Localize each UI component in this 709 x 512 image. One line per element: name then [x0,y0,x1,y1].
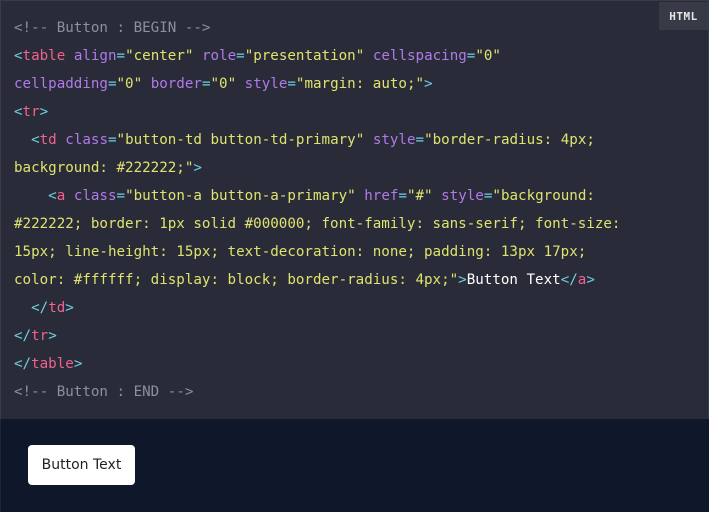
code-line: <td class="button-td button-td-primary" … [14,126,620,154]
code-token: = [107,76,117,92]
code-token: class [65,132,108,148]
code-token: > [586,272,595,288]
code-token: a [56,188,66,204]
code-token: "0" [116,76,143,92]
code-token: > [65,300,74,316]
code-token: < [48,188,57,204]
code-token: = [108,132,117,148]
code-token: > [39,104,49,120]
code-line: </table> [14,350,620,378]
code-token: > [424,76,433,92]
code-token: color: #ffffff; display: block; border-r… [14,272,459,288]
code-token: tr [22,104,40,120]
code-token: </ [31,300,49,316]
code-line: </tr> [14,322,620,350]
code-token: cellpadding [14,76,108,92]
code-token: > [48,328,57,344]
code-token: "0" [210,76,237,92]
code-token: "button-td button-td-primary" [116,132,365,148]
code-line: <!-- Button : BEGIN --> [14,14,620,42]
code-line: <table align="center" role="presentation… [14,42,620,70]
code-token: border [150,76,202,92]
preview-panel: Button Text [0,419,709,512]
code-token: tr [31,328,49,344]
code-line: <a class="button-a button-a-primary" hre… [14,182,620,210]
code-token: > [458,272,467,288]
code-token: <!-- Button : END --> [14,384,194,400]
code-line: cellpadding="0" border="0" style="margin… [14,70,620,98]
code-token: = [116,188,126,204]
code-line: <!-- Button : END --> [14,378,620,406]
code-token: class [73,188,117,204]
code-token: </ [14,356,32,372]
code-line: 15px; line-height: 15px; text-decoration… [14,238,620,266]
code-token: < [14,104,23,120]
code-line: background: #222222;"> [14,154,620,182]
code-token: "margin: auto;" [295,76,425,92]
code-line: color: #ffffff; display: block; border-r… [14,266,620,294]
code-token: = [116,48,126,64]
code-token: href [364,188,399,204]
code-token: #222222; border: 1px solid #000000; font… [14,216,621,232]
code-line: #222222; border: 1px solid #000000; font… [14,210,620,238]
code-token: </ [14,328,32,344]
code-token: = [236,48,245,64]
button-text-button[interactable]: Button Text [28,445,135,485]
code-token: "button-a button-a-primary" [125,188,356,204]
code-token: <!-- Button : BEGIN --> [14,20,211,36]
code-line: </td> [14,294,620,322]
code-token: cellspacing [372,48,467,64]
code-token: style [372,132,416,148]
code-token: "presentation" [244,48,365,64]
language-badge: HTML [659,2,708,30]
code-token: < [31,132,40,148]
code-token: Button Text [466,272,561,288]
code-token: background: #222222;" [14,160,194,176]
code-token: td [48,300,66,316]
code-token: "#" [406,188,433,204]
code-block[interactable]: <!-- Button : BEGIN --> <table align="cen… [14,14,620,406]
code-token: "background: [492,188,595,204]
code-token: > [73,356,83,372]
code-token: style [244,76,288,92]
code-token: td [39,132,57,148]
code-token: </ [560,272,578,288]
code-token: = [287,76,296,92]
code-token: = [398,188,407,204]
code-token: "0" [475,48,501,64]
code-token: "border-radius: 4px; [424,132,595,148]
code-token: > [193,160,202,176]
code-token: align [73,48,117,64]
code-token: = [415,132,425,148]
code-token: style [441,188,484,204]
code-panel: HTML <!-- Button : BEGIN --> <table align… [0,0,709,419]
code-token: table [22,48,66,64]
code-token: table [31,356,74,372]
code-token: 15px; line-height: 15px; text-decoration… [14,244,587,260]
code-line: <tr> [14,98,620,126]
code-token: < [14,48,23,64]
code-token: "center" [125,48,194,64]
code-token: role [201,48,237,64]
